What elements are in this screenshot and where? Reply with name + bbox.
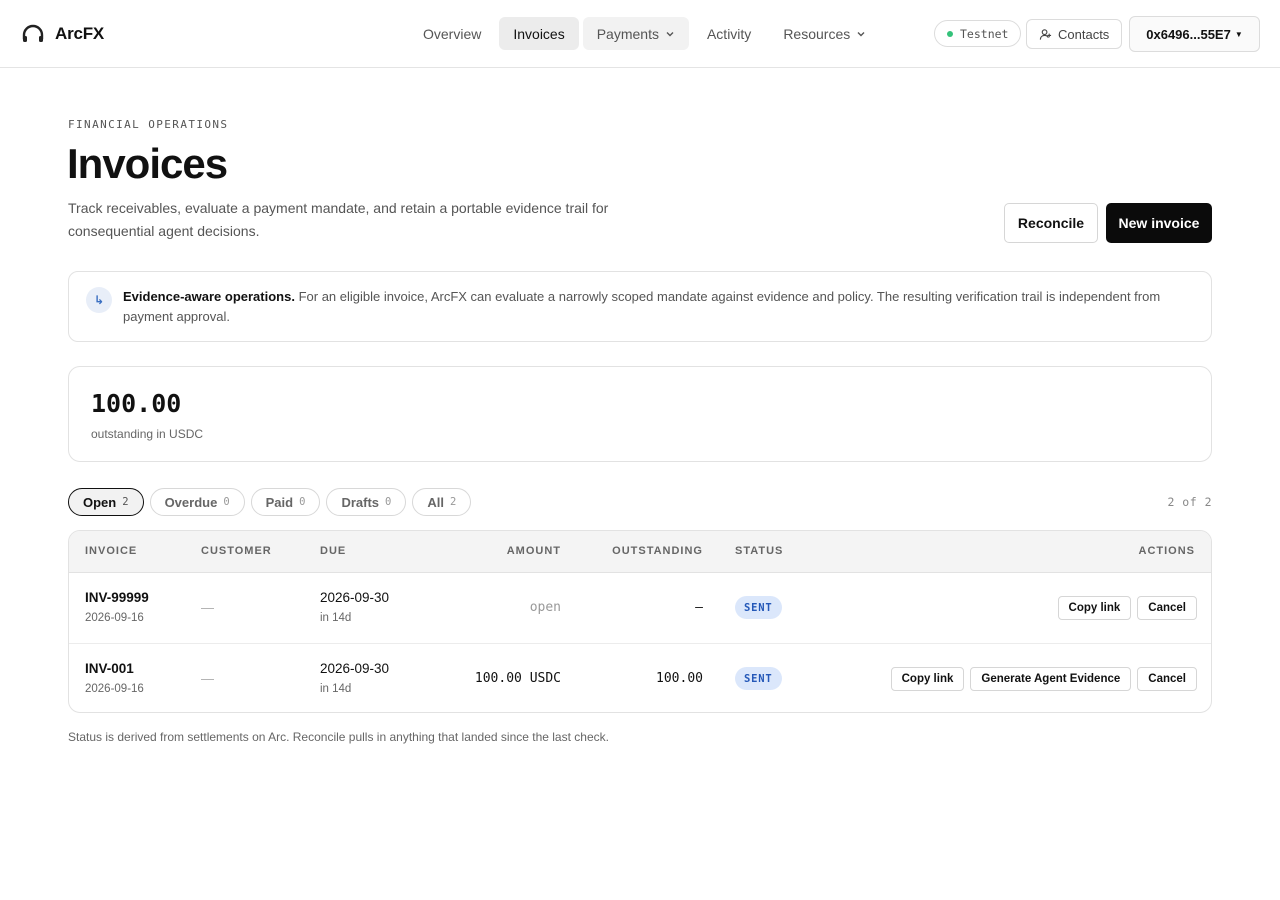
- filter-count: 0: [385, 496, 392, 508]
- due-relative: in 14d: [320, 612, 352, 624]
- status-footnote: Status is derived from settlements on Ar…: [68, 730, 609, 744]
- nav-invoices[interactable]: Invoices: [499, 17, 579, 50]
- table-row[interactable]: INV-001 2026-09-16 — 2026-09-30 in 14d 1…: [69, 643, 1211, 712]
- column-header-customer: CUSTOMER: [201, 545, 272, 557]
- wallet-address: 0x6496...55E7: [1146, 26, 1231, 42]
- contacts-button[interactable]: Contacts: [1026, 19, 1123, 49]
- contacts-label: Contacts: [1058, 26, 1110, 42]
- due-date: 2026-09-30: [320, 590, 390, 605]
- outstanding-cell: 100.00: [656, 671, 703, 686]
- invoice-created-date: 2026-09-16: [85, 683, 144, 695]
- due-date: 2026-09-30: [320, 661, 390, 676]
- due-cell: 2026-09-30 in 14d: [320, 590, 389, 624]
- status-cell: SENT: [735, 667, 782, 690]
- filter-all[interactable]: All 2: [412, 488, 472, 516]
- app-name: ArcFX: [55, 24, 105, 43]
- customer-cell: —: [201, 671, 214, 686]
- filter-count: 2: [122, 496, 129, 508]
- status-badge: SENT: [735, 667, 782, 690]
- invoice-id[interactable]: INV-99999: [85, 590, 149, 605]
- nav-overview[interactable]: Overview: [409, 17, 495, 50]
- cancel-invoice-button[interactable]: Cancel: [1137, 667, 1197, 691]
- filter-drafts[interactable]: Drafts 0: [326, 488, 407, 516]
- nav-payments-label: Payments: [596, 25, 659, 42]
- due-cell: 2026-09-30 in 14d: [320, 661, 389, 695]
- nav-activity-label: Activity: [706, 25, 752, 42]
- customer-cell: —: [201, 600, 214, 615]
- due-relative: in 14d: [320, 683, 352, 695]
- nav-payments[interactable]: Payments: [582, 17, 689, 50]
- filter-count: 2: [449, 496, 457, 508]
- chevron-down-icon: [857, 31, 865, 36]
- table-row[interactable]: INV-99999 2026-09-16 — 2026-09-30 in 14d…: [69, 573, 1211, 643]
- outstanding-cell: —: [695, 600, 703, 615]
- filter-label: Open: [83, 494, 117, 510]
- filter-label: Paid: [265, 494, 294, 510]
- status-filters: Open 2 Overdue 0 Paid 0 Drafts 0 All 2: [68, 488, 472, 516]
- headphones-logo-icon: [22, 24, 44, 42]
- column-header-amount: AMOUNT: [506, 545, 561, 557]
- notice-text: Evidence-aware operations. For an eligib…: [123, 287, 1183, 327]
- copy-link-button[interactable]: Copy link: [890, 667, 965, 691]
- nav-overview-label: Overview: [423, 25, 482, 42]
- row-actions: Copy link Generate Agent Evidence Cancel: [890, 667, 1197, 691]
- nav-resources-label: Resources: [783, 25, 851, 42]
- main-nav: Overview Invoices Payments Activity Reso…: [409, 17, 880, 50]
- reconcile-button[interactable]: Reconcile: [1004, 203, 1098, 243]
- filter-paid[interactable]: Paid 0: [250, 488, 321, 516]
- cancel-invoice-button[interactable]: Cancel: [1137, 596, 1197, 620]
- caret-down-icon: ▼: [1234, 29, 1243, 39]
- add-person-icon: [1039, 28, 1052, 40]
- filter-count: 0: [223, 496, 230, 508]
- column-header-actions: ACTIONS: [1138, 545, 1195, 557]
- nav-activity[interactable]: Activity: [693, 17, 765, 50]
- filter-count: 0: [299, 496, 306, 508]
- invoice-cell: INV-001 2026-09-16: [85, 661, 144, 695]
- row-actions: Copy link Cancel: [1057, 596, 1197, 620]
- wallet-button[interactable]: 0x6496...55E7 ▼: [1129, 16, 1260, 52]
- filter-open[interactable]: Open 2: [68, 488, 144, 516]
- outstanding-amount: 100.00: [91, 389, 182, 418]
- brand[interactable]: ArcFX: [21, 22, 104, 46]
- copy-link-button[interactable]: Copy link: [1057, 596, 1132, 620]
- amount-cell: open: [529, 600, 561, 615]
- table-header: INVOICE CUSTOMER DUE AMOUNT OUTSTANDING …: [69, 531, 1211, 573]
- network-label: Testnet: [960, 26, 1009, 41]
- outstanding-summary-card: 100.00 outstanding in USDC: [68, 366, 1212, 462]
- filter-label: All: [427, 494, 444, 510]
- page-eyebrow: FINANCIAL OPERATIONS: [68, 118, 229, 131]
- network-badge: Testnet: [934, 20, 1022, 47]
- column-header-invoice: INVOICE: [85, 545, 138, 557]
- column-header-outstanding: OUTSTANDING: [612, 545, 703, 557]
- invoice-created-date: 2026-09-16: [85, 612, 144, 624]
- invoice-id[interactable]: INV-001: [85, 661, 144, 676]
- generate-agent-evidence-button[interactable]: Generate Agent Evidence: [970, 667, 1132, 691]
- column-header-status: STATUS: [735, 545, 784, 557]
- invoice-cell: INV-99999 2026-09-16: [85, 590, 149, 624]
- column-header-due: DUE: [320, 545, 347, 557]
- new-invoice-button[interactable]: New invoice: [1106, 203, 1212, 243]
- filter-overdue[interactable]: Overdue 0: [149, 488, 245, 516]
- return-arrow-icon: ↳: [86, 287, 112, 313]
- amount-cell: 100.00 USDC: [474, 671, 561, 686]
- outstanding-label: outstanding in USDC: [91, 427, 204, 441]
- nav-resources[interactable]: Resources: [769, 17, 880, 50]
- filter-label: Drafts: [341, 494, 380, 510]
- status-badge: SENT: [735, 596, 782, 619]
- chevron-down-icon: [666, 31, 674, 36]
- status-cell: SENT: [735, 596, 782, 619]
- evidence-notice: ↳ Evidence-aware operations. For an elig…: [68, 271, 1212, 342]
- filter-label: Overdue: [164, 494, 218, 510]
- invoices-table: INVOICE CUSTOMER DUE AMOUNT OUTSTANDING …: [68, 530, 1212, 713]
- nav-invoices-label: Invoices: [513, 25, 565, 42]
- network-status-dot-icon: [947, 30, 953, 37]
- notice-title: Evidence-aware operations.: [123, 289, 295, 304]
- page-description: Track receivables, evaluate a payment ma…: [68, 200, 609, 239]
- page-title: Invoices: [67, 140, 228, 187]
- result-range: 2 of 2: [1167, 495, 1212, 509]
- top-navbar: ArcFX Overview Invoices Payments Activit…: [0, 0, 1280, 68]
